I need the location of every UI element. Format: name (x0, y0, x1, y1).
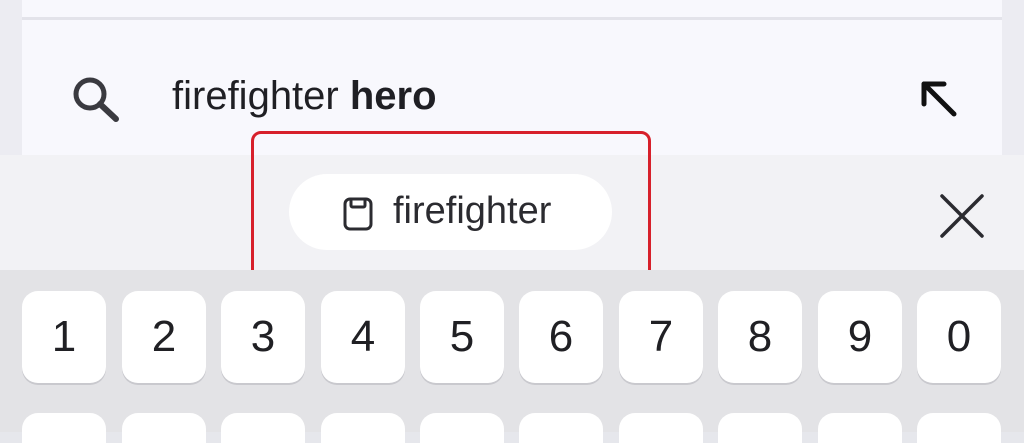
key-row2[interactable] (221, 413, 305, 443)
arrow-up-left-icon[interactable] (918, 78, 958, 118)
key-5[interactable]: 5 (420, 291, 504, 383)
suggestion-item-previous[interactable] (22, 0, 1002, 17)
key-row2[interactable] (718, 413, 802, 443)
suggestion-list: firefighter hero (0, 0, 1024, 155)
clipboard-chip[interactable]: firefighter (289, 174, 612, 250)
key-row2[interactable] (420, 413, 504, 443)
key-6[interactable]: 6 (519, 291, 603, 383)
key-9[interactable]: 9 (818, 291, 902, 383)
key-row2[interactable] (122, 413, 206, 443)
clipboard-icon (343, 197, 373, 231)
key-row2[interactable] (321, 413, 405, 443)
key-3[interactable]: 3 (221, 291, 305, 383)
suggestion-text: firefighter hero (172, 74, 437, 119)
close-icon[interactable] (936, 190, 988, 242)
suggestion-completion: hero (349, 74, 437, 118)
key-row2[interactable] (619, 413, 703, 443)
key-row2[interactable] (22, 413, 106, 443)
clipboard-suggestion-bar: firefighter (0, 155, 1024, 270)
key-8[interactable]: 8 (718, 291, 802, 383)
clipboard-chip-label: firefighter (393, 190, 552, 232)
suggestion-prefix: firefighter (172, 74, 350, 118)
key-1[interactable]: 1 (22, 291, 106, 383)
keyboard: 1 2 3 4 5 6 7 8 9 0 (0, 270, 1024, 443)
key-2[interactable]: 2 (122, 291, 206, 383)
search-icon (73, 77, 119, 122)
key-0[interactable]: 0 (917, 291, 1001, 383)
key-7[interactable]: 7 (619, 291, 703, 383)
suggestion-item[interactable]: firefighter hero (22, 20, 1002, 155)
key-row2[interactable] (917, 413, 1001, 443)
key-row2[interactable] (818, 413, 902, 443)
key-row2[interactable] (519, 413, 603, 443)
key-4[interactable]: 4 (321, 291, 405, 383)
